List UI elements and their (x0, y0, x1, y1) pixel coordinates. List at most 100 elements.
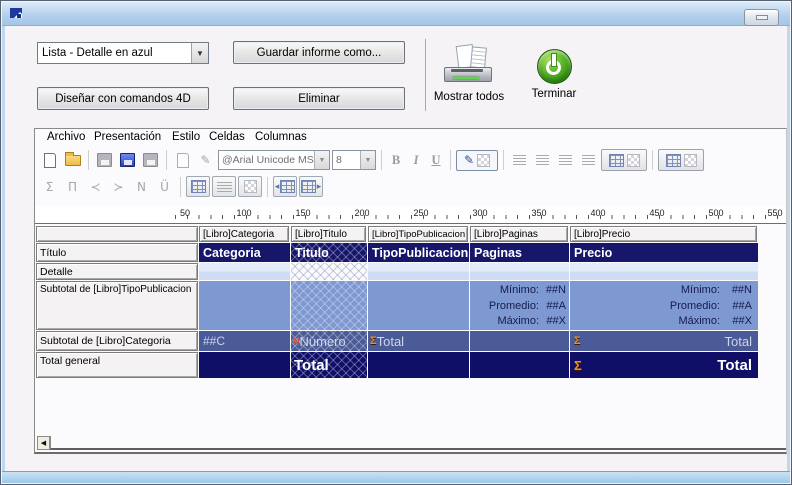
cell-title-titulo[interactable]: Titulo (291, 243, 367, 262)
menu-celdas[interactable]: Celdas (209, 131, 245, 143)
cell-title-precio[interactable]: Precio (570, 243, 758, 262)
open-folder-icon[interactable] (62, 150, 83, 170)
row-display-icon[interactable] (212, 176, 236, 197)
field-header-precio[interactable]: [Libro]Precio (570, 226, 757, 242)
field-header-categoria[interactable]: [Libro]Categoria (199, 226, 289, 242)
minimize-icon (756, 15, 768, 20)
ruler: 50 100 150 200 250 300 350 400 450 500 5… (35, 206, 786, 224)
window-minimize-button[interactable] (744, 9, 779, 26)
save-blue-icon[interactable] (117, 150, 138, 170)
cell-title-paginas[interactable]: Paginas (470, 243, 569, 262)
save-as-icon-disabled[interactable] (140, 150, 161, 170)
field-header-titulo[interactable]: [Libro]Titulo (291, 226, 366, 242)
cell-total-paginas[interactable] (470, 352, 569, 378)
chevron-down-icon[interactable]: ▼ (191, 43, 208, 63)
align-left-icon[interactable] (509, 150, 530, 170)
cell-title-tipopublicacion[interactable]: TipoPublicacion (368, 243, 469, 262)
field-header-paginas[interactable]: [Libro]Paginas (470, 226, 568, 242)
chevron-down-icon[interactable]: ▼ (314, 151, 329, 169)
cell-subcat-paginas[interactable] (470, 331, 569, 351)
sum-icon[interactable]: Σ (39, 177, 60, 197)
underline-button[interactable]: U (427, 151, 445, 169)
align-center-icon[interactable] (532, 150, 553, 170)
titlebar[interactable] (2, 2, 790, 26)
menu-presentacion[interactable]: Presentación (94, 131, 161, 143)
ruler-label: 50 (175, 208, 195, 218)
cell-total-titulo[interactable]: Total (291, 352, 367, 378)
save-icon-disabled[interactable] (94, 150, 115, 170)
ruler-label: 500 (706, 208, 726, 218)
window-border-right (787, 26, 790, 471)
ruler-label: 450 (647, 208, 667, 218)
cell-detail-paginas[interactable] (470, 263, 569, 280)
corner-header-cell[interactable] (36, 226, 198, 242)
font-size-value: 8 (336, 154, 342, 166)
chevron-down-icon[interactable]: ▼ (360, 151, 375, 169)
delete-button[interactable]: Eliminar (233, 87, 405, 110)
cell-border-pattern-button[interactable] (601, 149, 647, 171)
cell-total-precio[interactable]: Σ Total (570, 352, 758, 378)
average-icon[interactable]: N (131, 177, 152, 197)
move-column-left-icon[interactable]: ◂ (273, 176, 297, 197)
horizontal-scrollbar[interactable] (50, 436, 786, 450)
power-icon (537, 49, 572, 84)
cell-subtipo-paginas[interactable]: Mínimo:##N Promedio:##A Máximo:##X (470, 281, 569, 330)
maximum-icon[interactable]: ≻ (108, 177, 129, 197)
cell-subtipo-titulo[interactable] (291, 281, 367, 330)
template-dropdown[interactable]: Lista - Detalle en azul ▼ (37, 42, 209, 64)
scroll-left-button[interactable]: ◀ (37, 436, 50, 450)
cell-subcat-titulo[interactable]: N Número (291, 331, 367, 351)
cell-total-categoria[interactable] (199, 352, 290, 378)
row-label-titulo[interactable]: Título (36, 243, 198, 262)
cell-title-categoria[interactable]: Categoria (199, 243, 290, 262)
show-all-button[interactable]: Mostrar todos (424, 45, 514, 103)
align-justify-icon[interactable] (578, 150, 599, 170)
align-right-icon[interactable] (555, 150, 576, 170)
finish-button[interactable]: Terminar (509, 49, 599, 100)
cell-subtipo-tipopublicacion[interactable] (368, 281, 469, 330)
cell-subcat-tipopublicacion[interactable]: Σ Total (368, 331, 469, 351)
cell-pattern-icon[interactable] (238, 176, 262, 197)
menu-archivo[interactable]: Archivo (47, 131, 85, 143)
field-header-tipopublicacion[interactable]: [Libro]TipoPublicacion (368, 226, 468, 242)
cell-total-tipopublicacion[interactable] (368, 352, 469, 378)
cell-detail-tipopublicacion[interactable] (368, 263, 469, 280)
row-label-detalle[interactable]: Detalle (36, 263, 198, 280)
std-deviation-icon[interactable]: Ü (154, 177, 175, 197)
cell-subtipo-categoria[interactable] (199, 281, 290, 330)
row-label-subtotal-categoria[interactable]: Subtotal de [Libro]Categoria (36, 331, 198, 351)
pen-icon: ✎ (464, 153, 474, 167)
stamp-icon[interactable]: ✎ (195, 150, 216, 170)
insert-column-icon[interactable] (186, 176, 210, 197)
pen-color-button[interactable]: ✎ (456, 150, 498, 171)
sum-icon: Σ (370, 336, 377, 347)
minimum-icon[interactable]: ≺ (85, 177, 106, 197)
cell-subcat-precio[interactable]: Σ Total (570, 331, 758, 351)
row-label-total-general[interactable]: Total general (36, 352, 198, 378)
cell-detail-precio[interactable] (570, 263, 758, 280)
cell-fill-pattern-button[interactable] (658, 149, 704, 171)
app-icon (10, 7, 24, 20)
count-icon[interactable]: Π (62, 177, 83, 197)
report-row-subtotal-tipopublicacion: Mínimo:##N Promedio:##A Máximo:##X Mínim… (199, 281, 758, 330)
move-column-right-icon[interactable]: ▸ (299, 176, 323, 197)
cell-subcat-categoria[interactable]: ##C (199, 331, 290, 351)
ruler-label: 200 (352, 208, 372, 218)
menu-columnas[interactable]: Columnas (255, 131, 307, 143)
font-family-combo[interactable]: @Arial Unicode MS ▼ (218, 150, 330, 170)
ruler-label: 100 (234, 208, 254, 218)
print-preview-icon[interactable] (172, 150, 193, 170)
bold-button[interactable]: B (387, 151, 405, 169)
new-document-icon[interactable] (39, 150, 60, 170)
ruler-label: 300 (470, 208, 490, 218)
grid-icon (666, 154, 681, 167)
design-with-4d-commands-button[interactable]: Diseñar con comandos 4D (37, 87, 209, 110)
menu-estilo[interactable]: Estilo (172, 131, 200, 143)
save-report-as-button[interactable]: Guardar informe como... (233, 41, 405, 64)
cell-subtipo-precio[interactable]: Mínimo:##N Promedio:##A Máximo:##X (570, 281, 758, 330)
row-label-subtotal-tipopublicacion[interactable]: Subtotal de [Libro]TipoPublicacion (36, 281, 198, 330)
cell-detail-categoria[interactable] (199, 263, 290, 280)
italic-button[interactable]: I (407, 151, 425, 169)
cell-detail-titulo[interactable] (291, 263, 367, 280)
font-size-combo[interactable]: 8 ▼ (332, 150, 376, 170)
